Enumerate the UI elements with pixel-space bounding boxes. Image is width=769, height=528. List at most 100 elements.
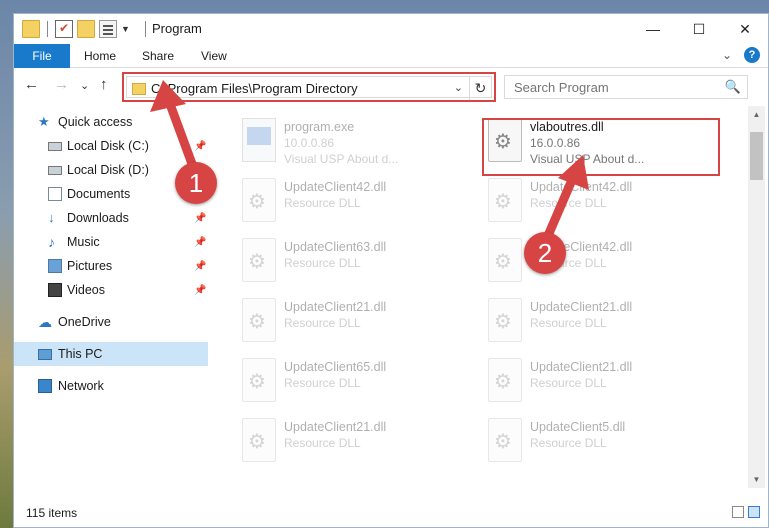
- file-name: UpdateClient21.dll: [284, 420, 387, 434]
- file-tile[interactable]: UpdateClient21.dll Resource DLL: [234, 294, 474, 350]
- refresh-button[interactable]: ↻: [469, 76, 491, 100]
- pin-icon[interactable]: 📌: [194, 237, 206, 248]
- download-icon: ↓: [48, 210, 55, 225]
- sidebar-item-label: Network: [58, 379, 104, 393]
- back-button[interactable]: ←: [24, 76, 39, 93]
- minimize-button[interactable]: —: [630, 14, 676, 44]
- sidebar-item-videos[interactable]: Videos 📌: [14, 278, 208, 302]
- navigation-bar: ← → ⌄ ↑ C:\Program Files\Program Directo…: [14, 68, 768, 104]
- folder-icon[interactable]: [22, 20, 40, 38]
- search-icon[interactable]: 🔍: [725, 79, 741, 95]
- pin-icon[interactable]: 📌: [194, 285, 206, 296]
- file-tile[interactable]: UpdateClient21.dll Resource DLL: [480, 294, 720, 350]
- file-tile[interactable]: UpdateClient65.dll Resource DLL: [234, 354, 474, 410]
- file-tile[interactable]: program.exe 10.0.0.86 Visual USP About d…: [234, 114, 474, 170]
- file-tile[interactable]: UpdateClient21.dll Resource DLL: [480, 354, 720, 410]
- file-name: UpdateClient21.dll: [530, 360, 633, 374]
- dll-file-icon: [488, 358, 522, 402]
- tab-home[interactable]: Home: [84, 49, 116, 63]
- scroll-up-icon[interactable]: ▲: [748, 106, 765, 123]
- file-name: UpdateClient42.dll: [530, 180, 633, 194]
- folder-icon: [132, 83, 146, 95]
- step-2-badge: 2: [524, 232, 566, 274]
- sidebar-item-downloads[interactable]: ↓ Downloads 📌: [14, 206, 208, 230]
- properties-check-icon[interactable]: [55, 20, 73, 38]
- expand-ribbon-icon[interactable]: ⌄: [722, 48, 732, 62]
- sidebar-item-local-disk-c[interactable]: Local Disk (C:) 📌: [14, 134, 208, 158]
- file-name: program.exe: [284, 120, 355, 134]
- disk-icon: [48, 166, 62, 175]
- file-tile[interactable]: UpdateClient63.dll Resource DLL: [234, 234, 474, 290]
- file-tile[interactable]: UpdateClient21.dll Resource DLL: [234, 414, 474, 470]
- address-bar[interactable]: C:\Program Files\Program Directory ⌄ ↻: [122, 72, 496, 102]
- sidebar-item-label: This PC: [58, 347, 103, 361]
- address-path[interactable]: C:\Program Files\Program Directory: [151, 81, 358, 96]
- pin-icon[interactable]: 📌: [194, 213, 206, 224]
- up-button[interactable]: ↑: [100, 76, 108, 93]
- customize-toolbar-dropdown[interactable]: ▼: [121, 24, 130, 34]
- vertical-scrollbar[interactable]: ▲ ▼: [748, 106, 765, 488]
- sidebar-item-music[interactable]: ♪ Music 📌: [14, 230, 208, 254]
- dll-file-icon: [242, 298, 276, 342]
- search-box[interactable]: 🔍: [504, 75, 748, 99]
- tab-view[interactable]: View: [201, 49, 227, 63]
- close-button[interactable]: ✕: [722, 14, 768, 44]
- file-tile[interactable]: UpdateClient42.dll Resource DLL: [480, 234, 720, 290]
- search-input[interactable]: [505, 76, 715, 98]
- network-icon: [38, 379, 52, 393]
- address-field[interactable]: C:\Program Files\Program Directory ⌄ ↻: [126, 76, 492, 100]
- forward-button[interactable]: →: [54, 76, 69, 93]
- window-controls: — ☐ ✕: [630, 14, 768, 44]
- address-dropdown-icon[interactable]: ⌄: [454, 81, 463, 94]
- sidebar-item-label: Pictures: [67, 259, 113, 273]
- scroll-thumb[interactable]: [750, 132, 763, 180]
- sidebar-item-label: OneDrive: [58, 315, 111, 329]
- sidebar-item-label: Videos: [67, 283, 105, 297]
- help-icon[interactable]: ?: [744, 47, 760, 63]
- dll-file-icon: [242, 238, 276, 282]
- properties-icon[interactable]: [99, 20, 117, 38]
- tab-share[interactable]: Share: [142, 49, 174, 63]
- scroll-down-icon[interactable]: ▼: [748, 471, 765, 488]
- videos-icon: [48, 283, 62, 297]
- dll-file-icon: [488, 238, 522, 282]
- sidebar-item-this-pc[interactable]: This PC: [14, 342, 208, 366]
- documents-icon: [48, 187, 62, 201]
- pin-icon[interactable]: 📌: [194, 261, 206, 272]
- file-tile[interactable]: UpdateClient42.dll Resource DLL: [480, 174, 720, 230]
- tab-file[interactable]: File: [14, 44, 70, 68]
- sidebar-item-label: Local Disk (C:): [67, 139, 149, 153]
- sidebar-item-onedrive[interactable]: ☁ OneDrive: [14, 310, 208, 334]
- details-view-icon[interactable]: [732, 506, 744, 518]
- file-description: Resource DLL: [530, 436, 607, 450]
- dll-file-icon: [242, 418, 276, 462]
- exe-file-icon: [242, 118, 276, 162]
- pin-icon[interactable]: 📌: [194, 141, 206, 152]
- explorer-window: ▼ Program — ☐ ✕ File Home Share View ⌄ ?…: [13, 13, 769, 528]
- file-name: UpdateClient21.dll: [530, 300, 633, 314]
- file-description: Resource DLL: [530, 196, 607, 210]
- window-title: Program: [152, 21, 202, 36]
- dll-file-icon: [242, 358, 276, 402]
- new-folder-icon[interactable]: [77, 20, 95, 38]
- file-description: Resource DLL: [530, 316, 607, 330]
- computer-icon: [38, 348, 52, 360]
- sidebar-item-network[interactable]: Network: [14, 374, 208, 398]
- dll-file-icon: [488, 418, 522, 462]
- tiles-view-icon[interactable]: [748, 506, 760, 518]
- file-description: Visual USP About d...: [284, 152, 399, 166]
- file-name: UpdateClient42.dll: [284, 180, 387, 194]
- title-divider: [145, 21, 146, 37]
- quick-access-toolbar: ▼: [22, 19, 130, 39]
- file-version: 10.0.0.86: [284, 136, 335, 150]
- sidebar-item-pictures[interactable]: Pictures 📌: [14, 254, 208, 278]
- pictures-icon: [48, 259, 62, 273]
- file-tile[interactable]: UpdateClient42.dll Resource DLL: [234, 174, 474, 230]
- maximize-button[interactable]: ☐: [676, 14, 722, 44]
- sidebar-item-quick-access[interactable]: ★ Quick access: [14, 110, 208, 134]
- music-icon: ♪: [48, 234, 55, 250]
- dll-file-icon: [488, 298, 522, 342]
- recent-locations-dropdown[interactable]: ⌄: [80, 79, 89, 92]
- file-name: UpdateClient5.dll: [530, 420, 626, 434]
- file-tile[interactable]: UpdateClient5.dll Resource DLL: [480, 414, 720, 470]
